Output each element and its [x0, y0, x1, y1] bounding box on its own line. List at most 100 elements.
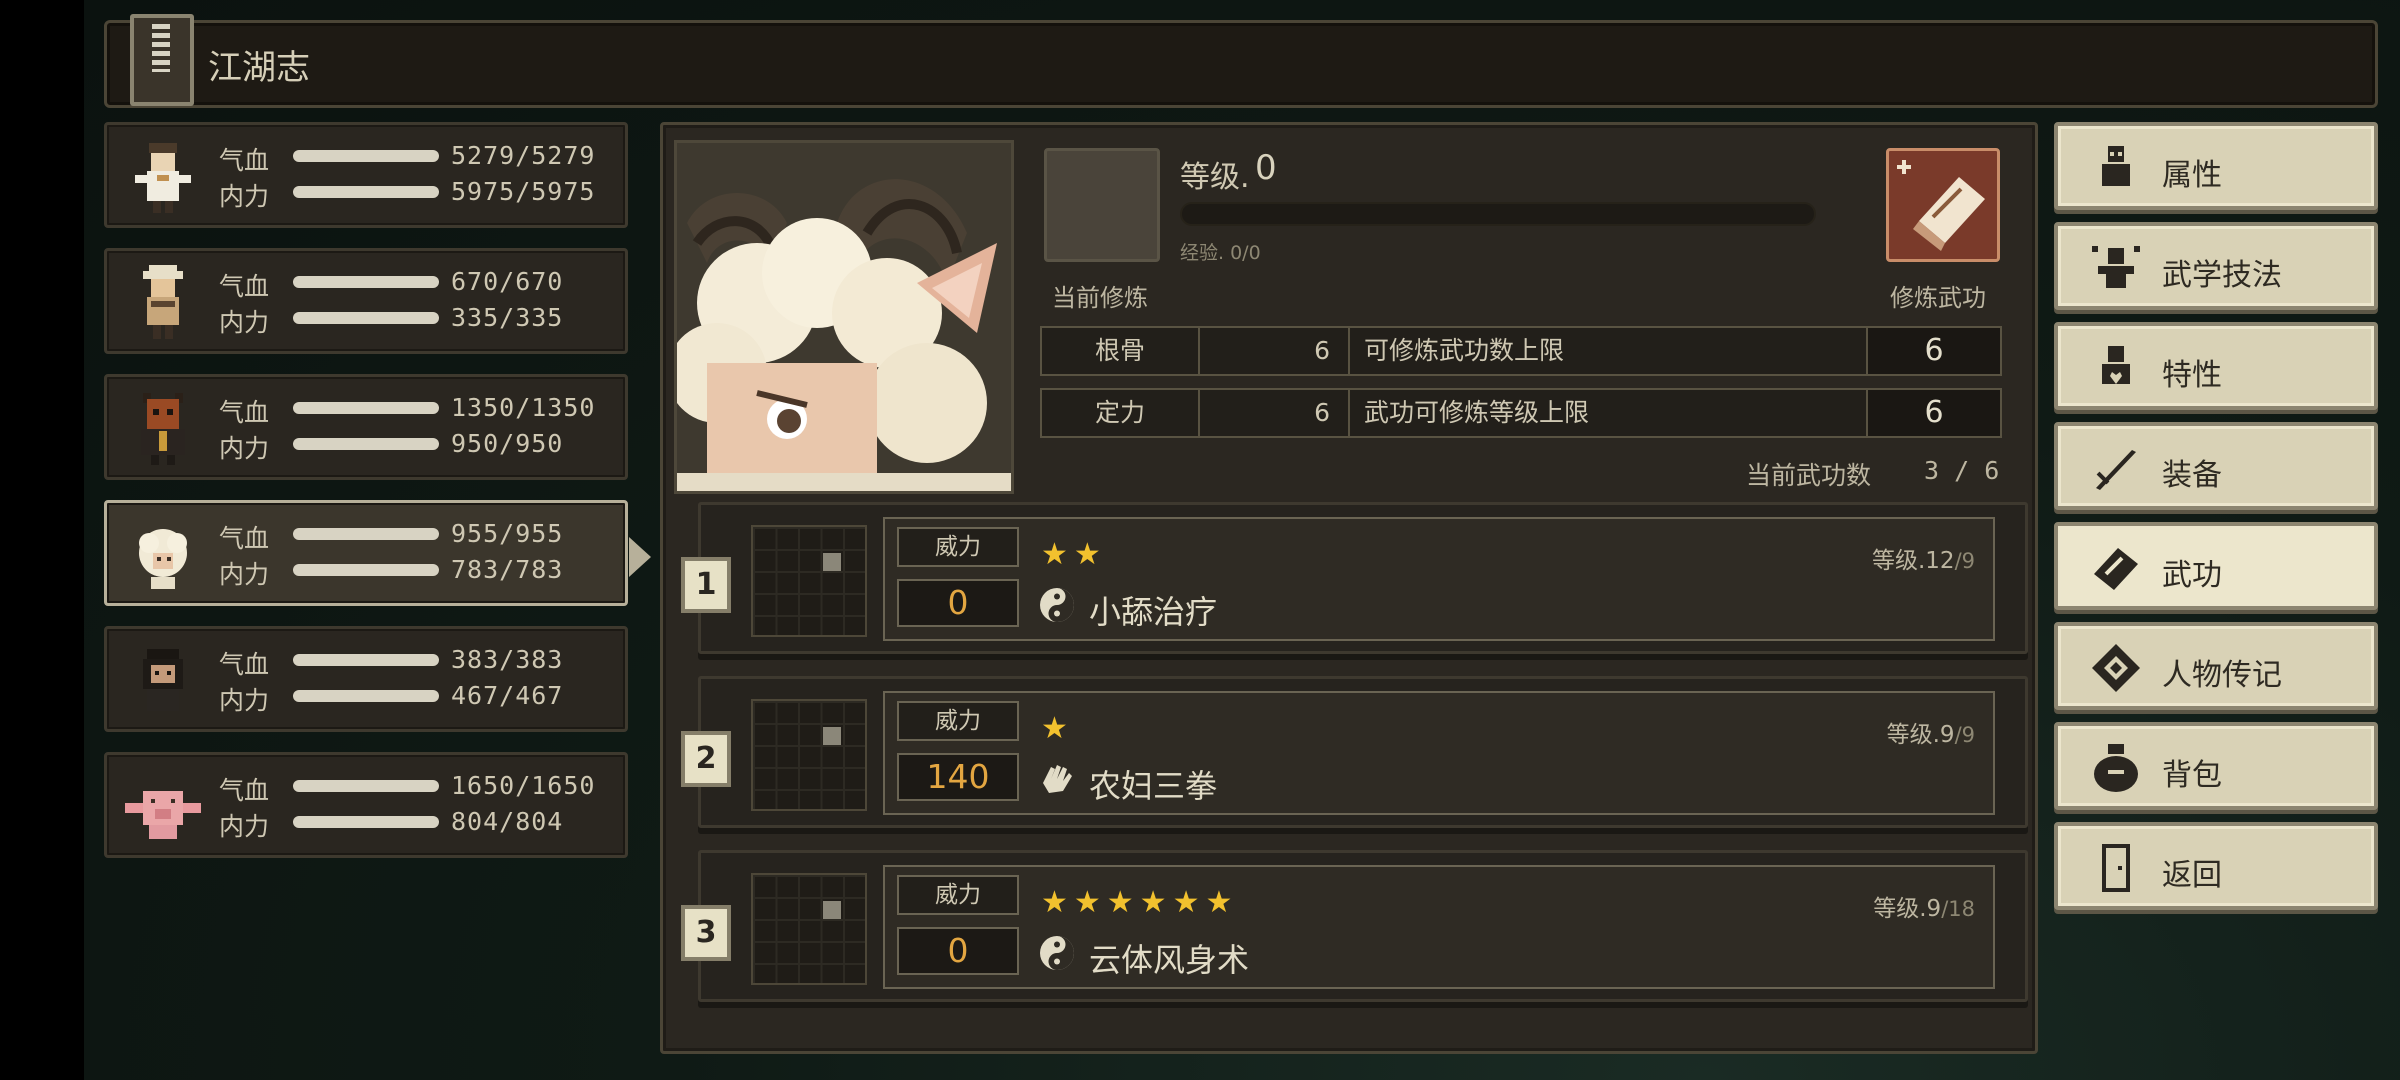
- skill-stars: ★★: [1041, 537, 1107, 572]
- selection-pointer-icon: [629, 537, 651, 577]
- menu-label: 武功: [2162, 558, 2222, 593]
- attribute-cap: 6: [1866, 388, 2002, 438]
- attribute-row-focus: 定力 6 武功可修炼等级上限 6: [1040, 388, 2002, 438]
- mp-value: 783/783: [451, 555, 564, 584]
- skill-card-2[interactable]: 2 威力 140 ★ 农妇三拳 等级.9/9: [681, 676, 2028, 828]
- menu-martial-techniques-button[interactable]: 武学技法: [2054, 222, 2378, 310]
- menu-label: 背包: [2162, 758, 2222, 793]
- mp-bar: [293, 186, 439, 198]
- mp-value: 5975/5975: [451, 177, 596, 206]
- hp-bar: [293, 654, 439, 666]
- scroll-book-icon: [2088, 540, 2144, 596]
- menu-traits-button[interactable]: 特性: [2054, 322, 2378, 410]
- chain-icon: [2088, 640, 2144, 696]
- menu-label: 武学技法: [2162, 258, 2282, 293]
- dark-haired-companion-avatar: [121, 639, 205, 723]
- skill-count-value: 3 / 6: [1924, 456, 2000, 485]
- game-screen: 江湖志 气血 5279/5279 内力 5975/5975 气血 670/670 内力…: [0, 0, 2400, 1080]
- mp-bar: [293, 690, 439, 702]
- power-label: 威力: [897, 527, 1019, 567]
- hp-label: 气血: [219, 650, 270, 679]
- sword-icon: [2088, 440, 2144, 496]
- party-member-5[interactable]: 气血 383/383 内力 467/467: [104, 626, 628, 732]
- attribute-name: 根骨: [1040, 326, 1200, 376]
- skill-level: 等级.9/9: [1887, 715, 1975, 749]
- skill-card-1[interactable]: 1 威力 0 ★★ 小舔治疗 等级.12/9: [681, 502, 2028, 654]
- skill-index-badge: 3: [681, 905, 731, 961]
- party-member-1[interactable]: 气血 5279/5279 内力 5975/5975: [104, 122, 628, 228]
- menu-label: 返回: [2162, 858, 2222, 893]
- person-icon: [2088, 140, 2144, 196]
- power-value: 0: [897, 579, 1019, 627]
- mp-label: 内力: [219, 812, 270, 841]
- pig-companion-avatar: [121, 765, 205, 849]
- palm-icon: [1037, 759, 1077, 799]
- heart-person-icon: [2088, 340, 2144, 396]
- attribute-description: 武功可修炼等级上限: [1350, 388, 1906, 438]
- mp-label: 内力: [219, 434, 270, 463]
- party-member-3[interactable]: 气血 1350/1350 内力 950/950: [104, 374, 628, 480]
- attribute-cap: 6: [1866, 326, 2002, 376]
- white-robed-hero-avatar: [121, 135, 205, 219]
- mp-value: 467/467: [451, 681, 564, 710]
- menu-bag-button[interactable]: 背包: [2054, 722, 2378, 810]
- skill-grid-icon: [751, 525, 867, 637]
- mp-bar: [293, 564, 439, 576]
- party-member-6[interactable]: 气血 1650/1650 内力 804/804: [104, 752, 628, 858]
- menu-martial-arts-button[interactable]: 武功: [2054, 522, 2378, 610]
- hp-value: 383/383: [451, 645, 564, 674]
- experience-bar: [1180, 202, 1816, 226]
- hp-value: 670/670: [451, 267, 564, 296]
- menu-biography-button[interactable]: 人物传记: [2054, 622, 2378, 710]
- power-value: 140: [897, 753, 1019, 801]
- power-label: 威力: [897, 701, 1019, 741]
- hp-bar: [293, 150, 439, 162]
- hp-label: 气血: [219, 524, 270, 553]
- hp-bar: [293, 276, 439, 288]
- menu-label: 装备: [2162, 458, 2222, 493]
- skill-level: 等级.12/9: [1872, 541, 1975, 575]
- mp-label: 内力: [219, 182, 270, 211]
- level-value: 0: [1255, 148, 1277, 188]
- bull-beast-companion-avatar: [121, 387, 205, 471]
- attribute-description: 可修炼武功数上限: [1350, 326, 1906, 376]
- hp-label: 气血: [219, 776, 270, 805]
- skill-level-current: 等级.12: [1871, 548, 1955, 574]
- train-skill-label: 修炼武功: [1890, 284, 1986, 312]
- skill-card-3[interactable]: 3 威力 0 ★★★★★★ 云体风身术 等级.9/18: [681, 850, 2028, 1002]
- skill-name: 农妇三拳: [1089, 767, 1218, 805]
- hp-bar: [293, 402, 439, 414]
- skill-level-max: /18: [1941, 897, 1975, 921]
- attribute-row-bone: 根骨 6 可修炼武功数上限 6: [1040, 326, 2002, 376]
- fighter-icon: [2088, 240, 2144, 296]
- character-portrait: [674, 140, 1014, 494]
- party-member-2[interactable]: 气血 670/670 内力 335/335: [104, 248, 628, 354]
- skill-level-max: /9: [1954, 723, 1975, 747]
- skill-index-badge: 2: [681, 731, 731, 787]
- menu-attributes-button[interactable]: 属性: [2054, 122, 2378, 210]
- skill-count-label: 当前武功数: [1746, 461, 1872, 490]
- menu-equipment-button[interactable]: 装备: [2054, 422, 2378, 510]
- hp-label: 气血: [219, 398, 270, 427]
- party-member-4-selected[interactable]: 气血 955/955 内力 783/783: [104, 500, 651, 606]
- skill-level-current: 等级.9: [1886, 722, 1955, 748]
- journal-book-icon: [130, 14, 194, 106]
- train-skill-button[interactable]: [1886, 148, 2000, 262]
- sheep-companion-avatar: [121, 513, 205, 597]
- hp-label: 气血: [219, 272, 270, 301]
- current-training-slot[interactable]: [1044, 148, 1160, 262]
- attribute-name: 定力: [1040, 388, 1200, 438]
- mp-label: 内力: [219, 686, 270, 715]
- scroll-book-icon: [1897, 160, 1985, 251]
- mp-label: 内力: [219, 560, 270, 589]
- skill-grid-icon: [751, 873, 867, 985]
- mp-bar: [293, 438, 439, 450]
- skill-stars: ★: [1041, 711, 1074, 746]
- attribute-value: 6: [1200, 326, 1350, 376]
- hp-value: 5279/5279: [451, 141, 596, 170]
- menu-return-button[interactable]: 返回: [2054, 822, 2378, 910]
- mp-value: 335/335: [451, 303, 564, 332]
- current-training-label: 当前修炼: [1052, 284, 1148, 312]
- power-label: 威力: [897, 875, 1019, 915]
- mp-bar: [293, 312, 439, 324]
